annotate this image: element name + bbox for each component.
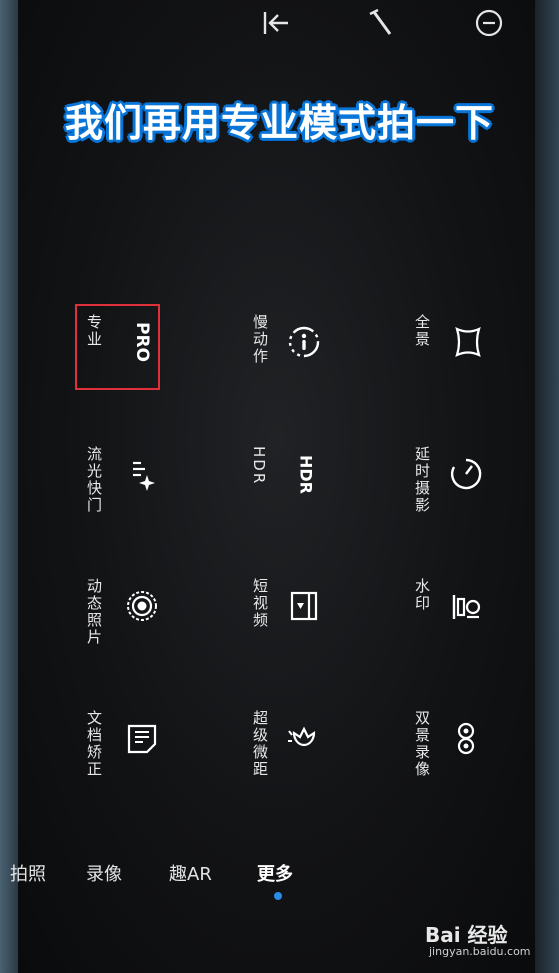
tab-photo[interactable]: 拍照 <box>2 860 46 886</box>
mode-moving-picture[interactable]: 动态照片 <box>70 564 190 674</box>
mode-watermark[interactable]: 水印 <box>402 564 522 674</box>
super-macro-icon <box>284 718 324 758</box>
watermark-url: jingyan.baidu.com <box>429 945 531 958</box>
short-video-icon <box>284 586 324 626</box>
moving-picture-icon <box>122 586 162 626</box>
mode-dual-view[interactable]: 双景录像 <box>402 696 522 806</box>
mode-light-painting[interactable]: 流光快门 <box>70 432 190 542</box>
pro-highlight-box <box>75 304 160 390</box>
hdr-text-icon: HDR <box>286 454 326 494</box>
mode-label: 流光快门 <box>85 446 103 514</box>
mode-hdr[interactable]: HDR HDR <box>240 432 360 542</box>
timelapse-icon <box>446 454 486 494</box>
mode-label: 短视频 <box>251 578 269 629</box>
mode-label: 动态照片 <box>85 578 103 646</box>
back-to-start-icon[interactable] <box>259 6 293 40</box>
pen-icon[interactable] <box>365 6 399 40</box>
mode-label: 文档矫正 <box>85 710 103 778</box>
mode-panorama[interactable]: 全景 <box>402 300 522 410</box>
mode-document-correction[interactable]: 文档矫正 <box>70 696 190 806</box>
mode-label: 水印 <box>413 578 431 612</box>
mode-short-video[interactable]: 短视频 <box>240 564 360 674</box>
active-tab-indicator <box>274 892 282 900</box>
mode-label: 超级微距 <box>251 710 269 778</box>
tab-more[interactable]: 更多 <box>257 860 293 886</box>
dual-view-icon <box>446 718 486 758</box>
mode-label: 延时摄影 <box>413 446 431 514</box>
mode-super-macro[interactable]: 超级微距 <box>240 696 360 806</box>
document-correction-icon <box>122 718 162 758</box>
mode-timelapse[interactable]: 延时摄影 <box>402 432 522 542</box>
mode-label: HDR <box>250 446 268 486</box>
mode-label: 慢动作 <box>251 314 269 365</box>
mode-tab-bar: 拍照 录像 趣AR 更多 <box>0 860 559 890</box>
watermark-stamp-icon <box>446 586 486 626</box>
baidu-jingyan-watermark: Bai 经验 jingyan.baidu.com <box>425 919 545 963</box>
tab-video[interactable]: 录像 <box>86 860 122 886</box>
panorama-icon <box>448 322 488 362</box>
caption-text: 我们再用专业模式拍一下 <box>64 101 494 145</box>
mode-slow-motion[interactable]: 慢动作 <box>240 300 360 410</box>
mode-label: 全景 <box>413 314 431 348</box>
tab-ar[interactable]: 趣AR <box>169 860 212 886</box>
light-painting-icon <box>122 454 162 494</box>
watermark-brand: Bai 经验 <box>425 923 508 947</box>
hdr-badge: HDR <box>296 454 316 494</box>
tab-label: 拍照 <box>10 864 46 885</box>
minus-circle-icon[interactable] <box>472 6 506 40</box>
slow-motion-icon <box>284 322 324 362</box>
mode-label: 双景录像 <box>413 710 431 778</box>
